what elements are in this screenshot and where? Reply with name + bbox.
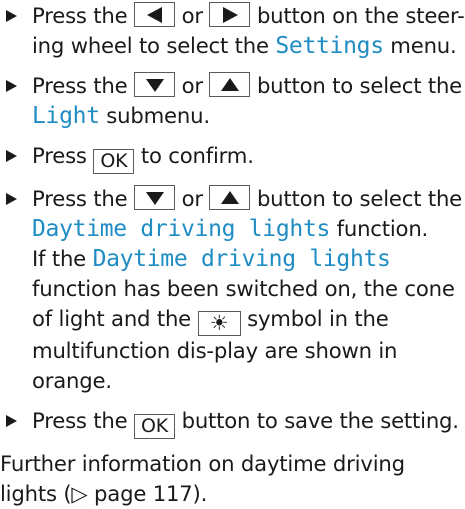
step-text: or — [181, 73, 203, 98]
step-text: Press the — [32, 186, 128, 211]
step-text: button to select the — [256, 73, 463, 98]
function-term: Daytime driving lights — [32, 216, 331, 242]
step-text: button to save the setting. — [181, 408, 459, 433]
bullet-icon — [6, 193, 17, 205]
submenu-term: Light — [32, 103, 100, 129]
step-text: button to select the — [256, 186, 463, 211]
ok-key: OK — [134, 414, 176, 439]
up-arrow-key-icon — [209, 185, 251, 210]
up-arrow-key-icon — [209, 72, 251, 97]
instruction-page: Press the or button on the steer-ing whe… — [0, 0, 465, 506]
step-1: Press the or button on the steer-ing whe… — [0, 1, 465, 61]
step-text: function. — [336, 216, 429, 241]
ok-key: OK — [93, 149, 135, 174]
step-3: Press OK to confirm. — [0, 141, 465, 174]
step-text: Press — [32, 143, 87, 168]
step-text: to confirm. — [140, 143, 254, 168]
step-note-text: If the — [32, 246, 87, 271]
menu-term: Settings — [275, 33, 384, 59]
down-arrow-key-icon — [134, 185, 176, 210]
step-5: Press the OK button to save the setting. — [0, 406, 465, 439]
step-text: or — [181, 186, 203, 211]
bullet-icon — [6, 150, 17, 162]
further-info-note: Further information on daytime driving l… — [0, 449, 465, 509]
step-text: Press the — [32, 408, 128, 433]
function-term: Daytime driving lights — [92, 246, 391, 272]
right-arrow-key-icon — [209, 2, 251, 27]
down-arrow-key-icon — [134, 72, 176, 97]
step-text: or — [181, 3, 203, 28]
bullet-icon — [6, 80, 17, 92]
step-text: submenu. — [106, 103, 210, 128]
step-4: Press the or button to select the Daytim… — [0, 184, 465, 396]
step-text: Press the — [32, 3, 128, 28]
step-text: menu. — [390, 33, 457, 58]
left-arrow-key-icon — [134, 2, 176, 27]
step-text: Press the — [32, 73, 128, 98]
daytime-lights-icon: ☀ — [197, 311, 241, 336]
step-2: Press the or button to select the Light … — [0, 71, 465, 131]
bullet-icon — [6, 415, 17, 427]
step-note-text: function has been switched on, the cone … — [32, 276, 455, 331]
bullet-icon — [6, 10, 17, 22]
page-reference: (▷ page 117). — [63, 481, 208, 506]
